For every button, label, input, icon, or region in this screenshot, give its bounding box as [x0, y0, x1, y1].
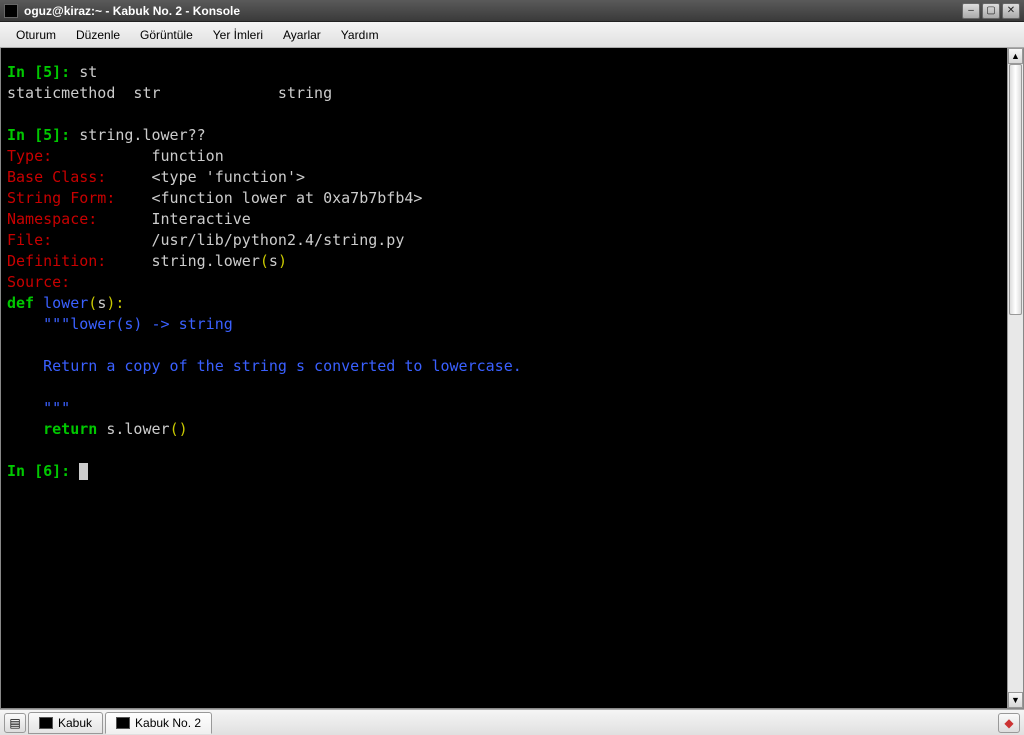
terminal-icon	[39, 717, 53, 729]
cmd-text: st	[79, 63, 97, 81]
info-value: <function lower at 0xa7b7bfb4>	[115, 189, 422, 207]
menu-yerimleri[interactable]: Yer İmleri	[203, 24, 273, 46]
tab-label: Kabuk	[58, 716, 92, 730]
arg: s	[269, 252, 278, 270]
keyword: return	[43, 420, 97, 438]
docstring: """	[7, 399, 70, 417]
completion-line: staticmethod str string	[7, 84, 332, 102]
scroll-up-button[interactable]: ▲	[1008, 48, 1023, 64]
paren: (	[88, 294, 97, 312]
paren: ()	[170, 420, 188, 438]
terminal-icon	[116, 717, 130, 729]
prompt: In [5]:	[7, 63, 79, 81]
info-label: Definition:	[7, 252, 106, 270]
info-value: /usr/lib/python2.4/string.py	[52, 231, 404, 249]
menu-ayarlar[interactable]: Ayarlar	[273, 24, 331, 46]
tab-kabuk-1[interactable]: Kabuk	[28, 712, 103, 734]
docstring: Return a copy of the string s converted …	[7, 357, 522, 375]
tab-label: Kabuk No. 2	[135, 716, 201, 730]
menu-oturum[interactable]: Oturum	[6, 24, 66, 46]
info-label: Namespace:	[7, 210, 97, 228]
func-name: lower	[34, 294, 88, 312]
menu-goruntule[interactable]: Görüntüle	[130, 24, 203, 46]
statusbar-action-button[interactable]: ◆	[998, 713, 1020, 733]
terminal-container: In [5]: st staticmethod str string In [5…	[0, 48, 1024, 709]
cmd-text: string.lower??	[79, 126, 205, 144]
maximize-button[interactable]: ▢	[982, 3, 1000, 19]
close-button[interactable]: ✕	[1002, 3, 1020, 19]
prompt: In [6]:	[7, 462, 79, 480]
prompt: In [5]:	[7, 126, 79, 144]
gear-icon: ◆	[1004, 716, 1013, 730]
window-controls: – ▢ ✕	[962, 3, 1020, 19]
scroll-down-button[interactable]: ▼	[1008, 692, 1023, 708]
expr: s.lower	[97, 420, 169, 438]
app-icon	[4, 4, 18, 18]
menubar: Oturum Düzenle Görüntüle Yer İmleri Ayar…	[0, 22, 1024, 48]
statusbar: ▤ Kabuk Kabuk No. 2 ◆	[0, 709, 1024, 735]
info-value: function	[52, 147, 224, 165]
paren: )	[278, 252, 287, 270]
vertical-scrollbar[interactable]: ▲ ▼	[1007, 48, 1023, 708]
info-label: String Form:	[7, 189, 115, 207]
menu-yardim[interactable]: Yardım	[331, 24, 389, 46]
info-label: Type:	[7, 147, 52, 165]
scroll-thumb[interactable]	[1009, 64, 1022, 315]
info-label: Base Class:	[7, 168, 106, 186]
titlebar: oguz@kiraz:~ - Kabuk No. 2 - Konsole – ▢…	[0, 0, 1024, 22]
keyword: def	[7, 294, 34, 312]
docstring: """lower(s) -> string	[7, 315, 233, 333]
info-value: string.lower	[106, 252, 260, 270]
paren: ):	[106, 294, 124, 312]
scroll-track[interactable]	[1008, 64, 1023, 692]
indent	[7, 420, 43, 438]
window-title: oguz@kiraz:~ - Kabuk No. 2 - Konsole	[24, 4, 962, 18]
new-tab-button[interactable]: ▤	[4, 713, 26, 733]
info-label: File:	[7, 231, 52, 249]
tab-kabuk-2[interactable]: Kabuk No. 2	[105, 712, 212, 734]
new-tab-icon: ▤	[9, 716, 20, 730]
menu-duzenle[interactable]: Düzenle	[66, 24, 130, 46]
info-value: Interactive	[97, 210, 251, 228]
info-label: Source:	[7, 273, 70, 291]
cursor	[79, 463, 88, 480]
info-value: <type 'function'>	[106, 168, 305, 186]
paren: (	[260, 252, 269, 270]
minimize-button[interactable]: –	[962, 3, 980, 19]
terminal[interactable]: In [5]: st staticmethod str string In [5…	[1, 48, 1007, 708]
arg: s	[97, 294, 106, 312]
